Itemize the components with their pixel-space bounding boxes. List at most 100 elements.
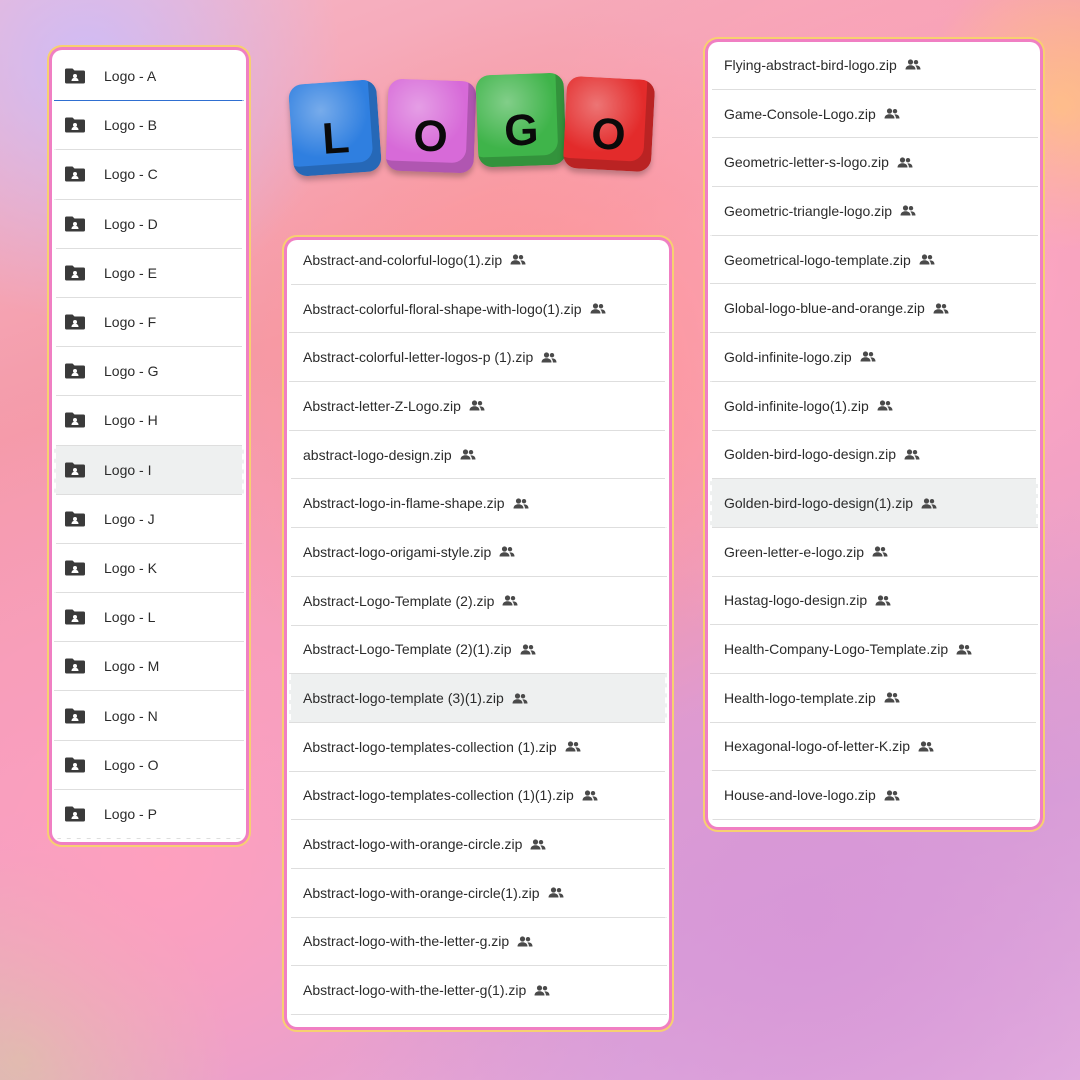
file-name: Abstract-letter-Z-Logo.zip (303, 397, 461, 414)
people-icon (534, 985, 550, 996)
file-row[interactable]: Global-logo-blue-and-orange.zip (710, 284, 1038, 334)
folder-row[interactable]: Logo - N (54, 691, 244, 741)
file-row[interactable]: Abstract-Logo-Template (2)(1).zip (289, 626, 667, 675)
file-name: Abstract-colorful-floral-shape-with-logo… (303, 300, 582, 317)
shared-folder-icon (64, 560, 86, 576)
file-row[interactable]: Abstract-logo-origami-style.zip (289, 528, 667, 577)
file-row[interactable]: abstract-logo-design.zip (289, 431, 667, 480)
file-row[interactable]: Health-logo-template.zip (710, 674, 1038, 723)
file-name: Green-letter-e-logo.zip (724, 543, 865, 560)
folder-row[interactable]: Logo - I (54, 445, 244, 495)
file-name: House-and-love-logo.zip (724, 787, 876, 804)
file-row[interactable]: Abstract-logo-templates-collection (1)(1… (289, 772, 667, 821)
file-row[interactable]: Abstract-logo-with-the-letter-g(1).zip (289, 966, 667, 1015)
people-icon (565, 741, 581, 752)
file-row[interactable]: Abstract-logo-template (3)(1).zip (289, 674, 667, 723)
folder-list-panel: Logo - A Logo - B Logo - C Logo - D Logo - E… (52, 50, 246, 842)
people-icon (877, 400, 893, 411)
letter-cube: O (562, 75, 656, 173)
letter-cube: O (385, 78, 477, 174)
shared-folder-icon (64, 757, 86, 773)
file-name: Global-logo-blue-and-orange.zip (724, 300, 925, 317)
file-name: Geometric-triangle-logo.zip (724, 202, 893, 219)
file-row[interactable]: Hastag-logo-design.zip (710, 577, 1038, 626)
file-name: Abstract-logo-with-the-letter-g.zip (303, 933, 510, 950)
folder-row[interactable]: Logo - O (54, 741, 244, 790)
file-name: Abstract-logo-templates-collection (1).z… (303, 738, 557, 755)
folder-row[interactable]: Logo - B (54, 101, 244, 151)
folder-label: Logo - P (104, 805, 157, 822)
file-row[interactable]: Golden-bird-logo-design(1).zip (710, 479, 1038, 528)
folder-label: Logo - O (104, 756, 159, 773)
file-name: Geometric-letter-s-logo.zip (724, 154, 889, 171)
folder-label: Logo - F (104, 314, 157, 331)
shared-folder-icon (64, 68, 86, 84)
folder-label: Logo - J (104, 510, 155, 527)
folder-label: Logo - L (104, 609, 156, 626)
folder-label: Logo - E (104, 264, 157, 281)
folder-row[interactable]: Logo - P (54, 790, 244, 839)
folder-row[interactable]: Logo - D (54, 200, 244, 249)
people-icon (900, 205, 916, 216)
folder-row[interactable]: Logo - J (54, 495, 244, 544)
people-icon (541, 352, 557, 363)
file-row[interactable]: Abstract-logo-templates-collection (1).z… (289, 723, 667, 772)
file-row[interactable]: Abstract-logo-with-the-letter-g.zip (289, 918, 667, 967)
file-row[interactable]: Golden-bird-logo-design.zip (710, 431, 1038, 480)
file-row[interactable]: Abstract-logo-in-flame-shape.zip (289, 479, 667, 529)
file-name: Gold-infinite-logo.zip (724, 348, 852, 365)
folder-row[interactable]: Logo - K (54, 544, 244, 594)
file-name: Abstract-logo-template (3)(1).zip (303, 690, 504, 707)
folder-row[interactable]: Logo - L (54, 593, 244, 643)
file-row[interactable]: Gold-infinite-logo.zip (710, 333, 1038, 382)
folder-label: Logo - G (104, 363, 159, 380)
file-name: Golden-bird-logo-design.zip (724, 446, 896, 463)
file-row[interactable]: Geometric-triangle-logo.zip (710, 187, 1038, 236)
file-row[interactable]: Game-Console-Logo.zip (710, 90, 1038, 139)
shared-folder-icon (64, 462, 86, 478)
file-row[interactable]: Geometrical-logo-template.zip (710, 236, 1038, 285)
people-icon (904, 449, 920, 460)
file-name: Abstract-and-colorful-logo(1).zip (303, 251, 503, 268)
file-row[interactable]: Abstract-letter-Z-Logo.zip (289, 382, 667, 431)
folder-list: Logo - A Logo - B Logo - C Logo - D Logo - E… (54, 52, 244, 839)
file-row[interactable]: Gold-infinite-logo(1).zip (710, 382, 1038, 431)
folder-row[interactable]: Logo - C (54, 150, 244, 200)
letter-cube: L (287, 79, 383, 177)
folder-row[interactable]: Logo - A (54, 52, 244, 102)
folder-label: Logo - C (104, 166, 158, 183)
folder-label: Logo - N (104, 707, 158, 724)
shared-folder-icon (64, 609, 86, 625)
shared-folder-icon (64, 363, 86, 379)
file-name: Abstract-logo-in-flame-shape.zip (303, 495, 505, 512)
file-row[interactable]: Green-letter-e-logo.zip (710, 528, 1038, 577)
folder-label: Logo - I (104, 461, 152, 478)
file-name: Abstract-logo-with-orange-circle(1).zip (303, 884, 540, 901)
middle-file-list: Abstract-and-colorful-logo(1).zip Abstrac… (289, 242, 667, 1015)
letter-cube: G (475, 72, 567, 168)
shared-folder-icon (64, 265, 86, 281)
shared-folder-icon (64, 216, 86, 232)
file-row[interactable]: Abstract-logo-with-orange-circle(1).zip (289, 869, 667, 918)
file-row[interactable]: Abstract-colorful-floral-shape-with-logo… (289, 285, 667, 334)
people-icon (897, 157, 913, 168)
file-row[interactable]: Hexagonal-logo-of-letter-K.zip (710, 723, 1038, 772)
file-row[interactable]: Flying-abstract-bird-logo.zip (710, 44, 1038, 90)
file-row[interactable]: Health-Company-Logo-Template.zip (710, 625, 1038, 674)
file-name: Gold-infinite-logo(1).zip (724, 397, 869, 414)
file-row[interactable]: Abstract-logo-with-orange-circle.zip (289, 820, 667, 869)
file-row[interactable]: Abstract-and-colorful-logo(1).zip (289, 242, 667, 285)
file-row[interactable]: Abstract-Logo-Template (2).zip (289, 577, 667, 626)
folder-row[interactable]: Logo - G (54, 347, 244, 397)
folder-row[interactable]: Logo - E (54, 249, 244, 298)
folder-row[interactable]: Logo - F (54, 298, 244, 348)
folder-label: Logo - K (104, 559, 157, 576)
folder-row[interactable]: Logo - M (54, 642, 244, 692)
file-row[interactable]: Geometric-letter-s-logo.zip (710, 138, 1038, 188)
file-row[interactable]: House-and-love-logo.zip (710, 771, 1038, 820)
people-icon (520, 644, 536, 655)
folder-label: Logo - H (104, 412, 158, 429)
file-row[interactable]: Abstract-colorful-letter-logos-p (1).zip (289, 333, 667, 383)
folder-row[interactable]: Logo - H (54, 396, 244, 446)
people-icon (530, 838, 546, 850)
